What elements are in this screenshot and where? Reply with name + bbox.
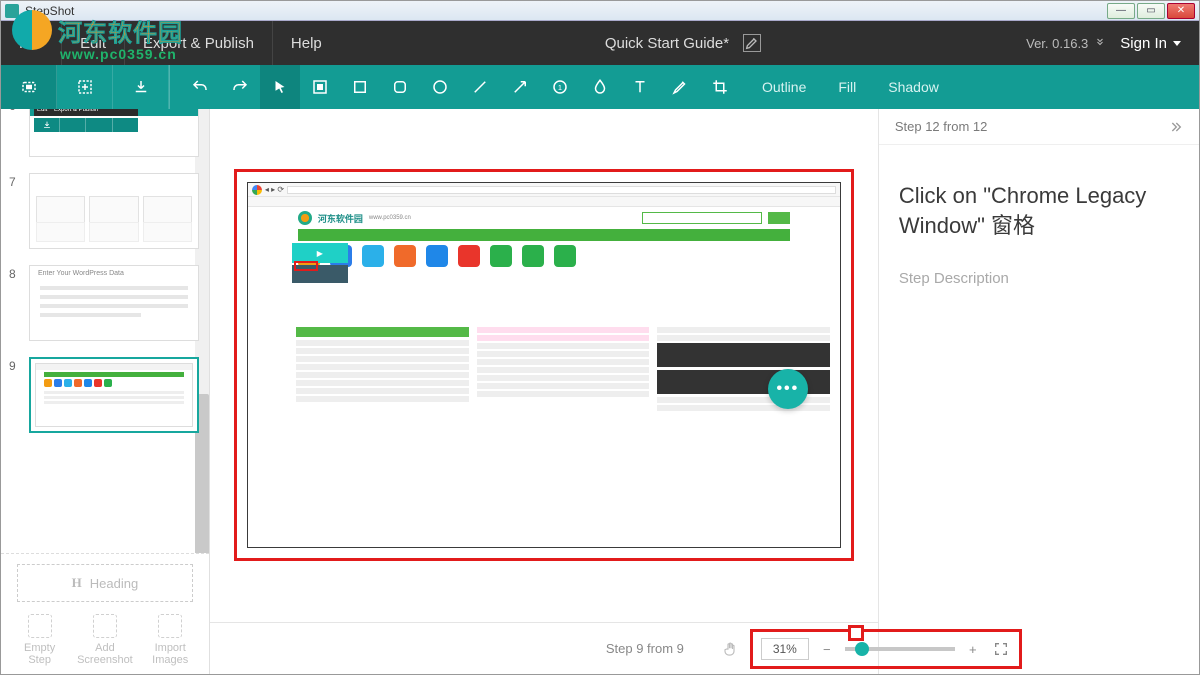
outline-style-button[interactable]: Outline (762, 79, 806, 95)
sign-in-button[interactable]: Sign In (1120, 35, 1181, 52)
step-item-selected[interactable]: 9 (1, 351, 209, 443)
site-nav (298, 229, 790, 241)
step-item[interactable]: 8 Enter Your WordPress Data (1, 259, 209, 351)
step-thumbnail (29, 173, 199, 249)
zoom-percent-input[interactable]: 31% (761, 638, 809, 660)
rounded-rect-tool[interactable] (380, 65, 420, 109)
menu-edit[interactable]: Edit (62, 21, 125, 65)
site-search (642, 212, 762, 224)
toolbar: 1 Outline Fill Shadow (1, 65, 1199, 109)
add-screenshot-button[interactable]: Add Screenshot (75, 614, 135, 666)
import-button[interactable] (113, 65, 169, 109)
document-name[interactable]: Quick Start Guide* (605, 35, 729, 52)
window-minimize-button[interactable]: — (1107, 3, 1135, 19)
browser-mock: ◂ ▸ ⟳ 河东软件园 www.pc0359.cn (248, 183, 840, 547)
window-maximize-button[interactable]: ▭ (1137, 3, 1165, 19)
step-description-input[interactable]: Step Description (879, 248, 1199, 309)
annotation-rect-small (848, 625, 864, 641)
step-number: 9 (9, 357, 21, 433)
undo-button[interactable] (180, 65, 220, 109)
step-thumbnail: Enter Your WordPress Data (29, 265, 199, 341)
pan-hand-button[interactable] (720, 638, 742, 660)
address-bar (287, 186, 836, 194)
window-close-button[interactable]: ✕ (1167, 3, 1195, 19)
select-tool[interactable] (260, 65, 300, 109)
chrome-icon (252, 185, 262, 195)
step-list-panel: 6 Edit Export & Publish 7 (1, 109, 210, 674)
sequence-tool[interactable]: 1 (540, 65, 580, 109)
menubar: File Edit Export & Publish Help Quick St… (1, 21, 1199, 65)
text-tool[interactable] (620, 65, 660, 109)
step-counter: Step 9 from 9 (606, 641, 684, 656)
site-logo-icon (298, 211, 312, 225)
zoom-controls: 31% − + (750, 629, 1022, 669)
zoom-out-button[interactable]: − (817, 639, 837, 659)
properties-panel: Step 12 from 12 Click on "Chrome Legacy … (878, 109, 1199, 674)
ellipse-tool[interactable] (420, 65, 460, 109)
status-bar: Step 9 from 9 31% − + (210, 622, 878, 674)
step-number: 6 (9, 109, 21, 157)
menu-help[interactable]: Help (273, 21, 340, 65)
arrow-tool[interactable] (500, 65, 540, 109)
step-counter-right: Step 12 from 12 (895, 119, 988, 134)
screenshot-frame[interactable]: ◂ ▸ ⟳ 河东软件园 www.pc0359.cn (234, 169, 854, 561)
blur-tool[interactable] (580, 65, 620, 109)
collapse-panel-icon[interactable] (1167, 119, 1183, 135)
floating-action-button[interactable]: ••• (768, 369, 808, 409)
step-thumbnail (29, 357, 199, 433)
import-images-button[interactable]: Import Images (140, 614, 200, 666)
menu-file[interactable]: File (1, 21, 62, 65)
zoom-slider-knob[interactable] (855, 642, 869, 656)
step-item[interactable]: 7 (1, 167, 209, 259)
app-icon (5, 4, 19, 18)
rectangle-tool[interactable] (340, 65, 380, 109)
app-title: StepShot (25, 4, 74, 18)
fit-screen-button[interactable] (991, 639, 1011, 659)
capture-button[interactable] (1, 65, 57, 109)
step-title-input[interactable]: Click on "Chrome Legacy Window" 窗格 (879, 145, 1199, 248)
crop-tool[interactable] (700, 65, 740, 109)
canvas-area: ◂ ▸ ⟳ 河东软件园 www.pc0359.cn (210, 109, 878, 674)
svg-text:1: 1 (558, 83, 562, 92)
line-tool[interactable] (460, 65, 500, 109)
step-number: 8 (9, 265, 21, 341)
edit-document-icon[interactable] (743, 34, 761, 52)
step-number: 7 (9, 173, 21, 249)
zoom-slider[interactable] (845, 647, 955, 651)
site-search-button (768, 212, 790, 224)
empty-step-button[interactable]: Empty Step (10, 614, 70, 666)
step-thumbnail: Edit Export & Publish (29, 109, 199, 157)
site-name: 河东软件园 (318, 212, 363, 225)
add-step-button[interactable] (57, 65, 113, 109)
add-heading-button[interactable]: H Heading (17, 564, 193, 602)
shadow-style-button[interactable]: Shadow (888, 79, 939, 95)
step-box-tool[interactable] (300, 65, 340, 109)
fill-style-button[interactable]: Fill (838, 79, 856, 95)
left-bottom-actions: H Heading Empty Step Add Screenshot Impo… (1, 553, 209, 674)
titlebar: StepShot — ▭ ✕ (1, 1, 1199, 21)
chevron-down-icon (1173, 41, 1181, 46)
zoom-in-button[interactable]: + (963, 639, 983, 659)
menu-export-publish[interactable]: Export & Publish (125, 21, 273, 65)
version-label[interactable]: Ver. 0.16.3 (1026, 36, 1106, 51)
annotation-rect (294, 261, 318, 271)
redo-button[interactable] (220, 65, 260, 109)
highlight-tool[interactable] (660, 65, 700, 109)
step-item[interactable]: 6 Edit Export & Publish (1, 109, 209, 167)
